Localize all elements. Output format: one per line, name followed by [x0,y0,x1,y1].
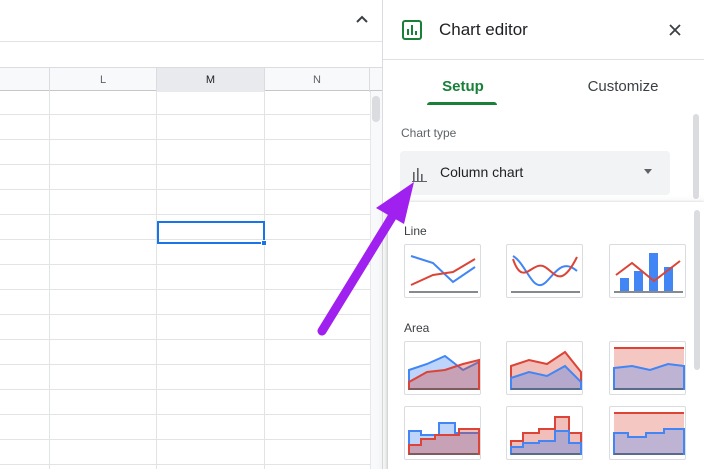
tab-customize[interactable]: Customize [573,66,673,106]
grid-line [0,189,370,190]
sheet-toolbar [0,0,382,42]
close-icon [669,24,681,36]
tab-setup[interactable]: Setup [423,66,503,106]
stacked-area-chart-thumb[interactable] [506,341,583,395]
active-tab-indicator [427,102,497,105]
stepped-area-chart-thumb[interactable] [404,406,481,460]
grid-line [0,414,370,415]
selected-cell[interactable] [157,221,265,244]
column-header-k[interactable] [0,68,50,92]
line-chart-thumb[interactable] [404,244,481,298]
area-chart-thumb[interactable] [404,341,481,395]
grid-line [0,339,370,340]
collapse-button[interactable] [350,8,374,32]
chart-type-label: Chart type [401,126,457,140]
chart-editor-icon [402,20,422,40]
chart-type-select[interactable]: Column chart [400,151,670,195]
100-percent-stacked-stepped-area-chart-thumb[interactable] [609,406,686,460]
chart-editor-title: Chart editor [439,20,528,39]
grid-line [49,91,50,469]
sheet-blank-strip [0,42,382,67]
column-header-n[interactable]: N [265,68,370,92]
close-button[interactable] [665,20,685,40]
fill-handle[interactable] [261,240,267,246]
column-header-l[interactable]: L [50,68,157,92]
grid-line [0,439,370,440]
combo-chart-thumb[interactable] [609,244,686,298]
editor-scrollbar[interactable] [693,114,699,199]
column-header-m[interactable]: M [157,68,265,92]
group-label-area: Area [404,321,430,335]
chart-editor-header: Chart editor [383,0,704,60]
cell-grid[interactable] [0,91,370,469]
grid-line [0,389,370,390]
group-label-line: Line [404,224,427,238]
grid-line [0,214,370,215]
grid-line [0,289,370,290]
grid-line [0,264,370,265]
grid-line [0,364,370,365]
grid-line [0,464,370,465]
sheet-scrollbar[interactable] [370,91,382,469]
column-header-bar: L M N [0,67,382,92]
sheet-scrollbar-thumb[interactable] [372,96,380,122]
chevron-up-icon [356,15,368,23]
grid-line [264,91,265,469]
dropdown-scrollbar[interactable] [694,210,700,370]
caret-down-icon [644,169,652,174]
screen: L M N Chart editor Setup Customize Chart… [0,0,704,469]
grid-line [0,114,370,115]
grid-line [0,164,370,165]
spreadsheet-area: L M N [0,0,382,469]
chart-type-dropdown: Line Area [388,202,704,469]
100-percent-stacked-area-chart-thumb[interactable] [609,341,686,395]
grid-line [0,139,370,140]
smooth-line-chart-thumb[interactable] [506,244,583,298]
stacked-stepped-area-chart-thumb[interactable] [506,406,583,460]
grid-line [0,314,370,315]
grid-line [156,91,157,469]
chart-type-value: Column chart [440,164,524,180]
column-chart-icon [412,168,427,182]
